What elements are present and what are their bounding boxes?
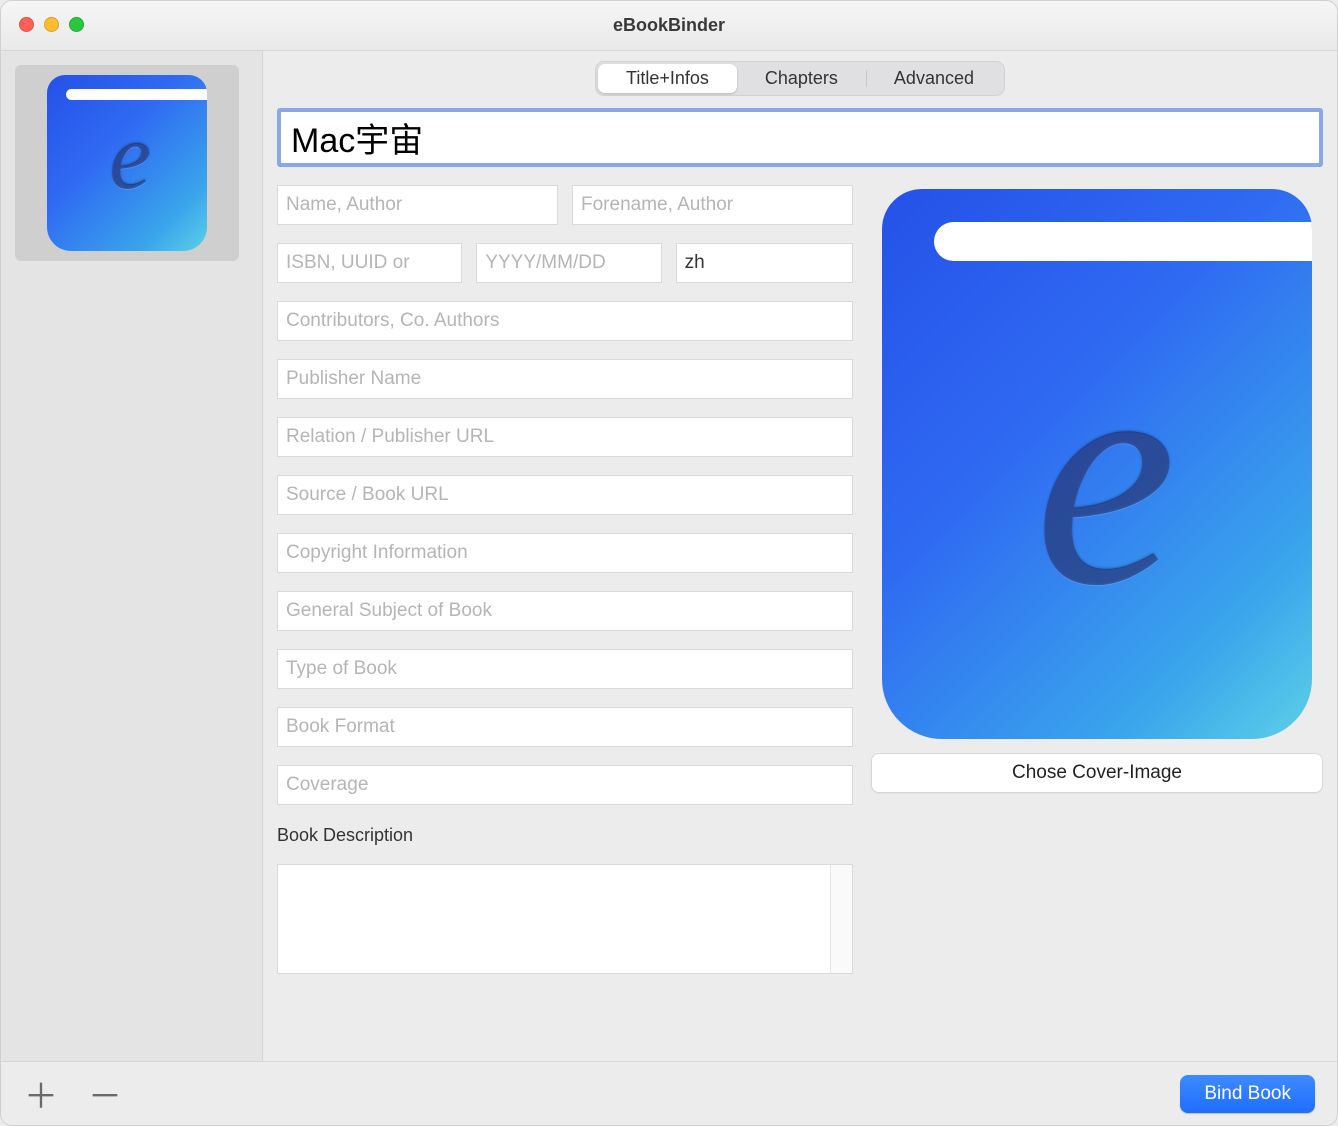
window-controls	[19, 17, 84, 32]
zoom-icon[interactable]	[69, 17, 84, 32]
tab-advanced[interactable]: Advanced	[866, 64, 1002, 93]
form-column: Book Description	[277, 185, 853, 1061]
publisher-field[interactable]	[277, 359, 853, 399]
remove-button[interactable]: －	[87, 1076, 123, 1112]
window-body: e Title+Infos Chapters Advanced	[1, 51, 1337, 1061]
date-field[interactable]	[476, 243, 661, 283]
sidebar: e	[1, 51, 263, 1061]
coverage-field[interactable]	[277, 765, 853, 805]
type-field[interactable]	[277, 649, 853, 689]
tab-chapters[interactable]: Chapters	[737, 64, 866, 93]
tab-title-infos[interactable]: Title+Infos	[598, 64, 737, 93]
book-thumbnail[interactable]: e	[15, 65, 239, 261]
relation-url-field[interactable]	[277, 417, 853, 457]
author-forename-field[interactable]	[572, 185, 853, 225]
close-icon[interactable]	[19, 17, 34, 32]
description-field[interactable]	[278, 865, 830, 973]
description-area	[277, 864, 853, 974]
ebook-icon: e	[47, 75, 207, 251]
description-label: Book Description	[277, 825, 853, 846]
main-panel: Title+Infos Chapters Advanced	[263, 51, 1337, 1061]
source-url-field[interactable]	[277, 475, 853, 515]
isbn-field[interactable]	[277, 243, 462, 283]
minimize-icon[interactable]	[44, 17, 59, 32]
minus-icon: －	[88, 1069, 122, 1118]
cover-column: e Chose Cover-Image	[871, 185, 1323, 1061]
copyright-field[interactable]	[277, 533, 853, 573]
author-name-field[interactable]	[277, 185, 558, 225]
window-title: eBookBinder	[613, 15, 725, 36]
footer: ＋ － Bind Book	[1, 1061, 1337, 1125]
language-field[interactable]	[676, 243, 853, 283]
app-window: eBookBinder e Title+Infos Chapters Advan…	[0, 0, 1338, 1126]
scrollbar[interactable]	[830, 865, 852, 973]
subject-field[interactable]	[277, 591, 853, 631]
tab-bar: Title+Infos Chapters Advanced	[595, 61, 1005, 96]
title-field-wrap	[277, 108, 1323, 167]
titlebar: eBookBinder	[1, 1, 1337, 51]
plus-icon: ＋	[24, 1069, 58, 1118]
choose-cover-button[interactable]: Chose Cover-Image	[871, 753, 1323, 793]
add-button[interactable]: ＋	[23, 1076, 59, 1112]
bind-book-button[interactable]: Bind Book	[1180, 1075, 1315, 1113]
title-field[interactable]	[281, 112, 1319, 163]
contributors-field[interactable]	[277, 301, 853, 341]
cover-preview: e	[882, 189, 1312, 739]
format-field[interactable]	[277, 707, 853, 747]
